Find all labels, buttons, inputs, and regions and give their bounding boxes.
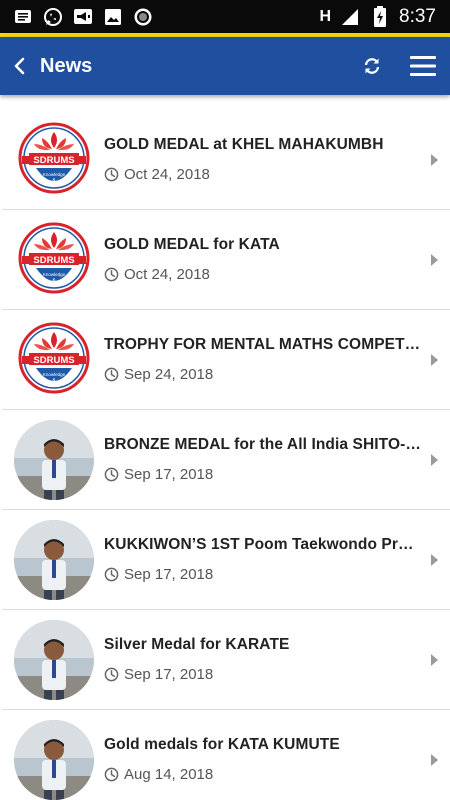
chevron-right-icon (431, 753, 438, 766)
network-type: H (319, 7, 332, 25)
news-date: Aug 14, 2018 (124, 766, 214, 783)
app-bar-actions (348, 37, 450, 95)
news-date-line: Oct 24, 2018 (104, 166, 422, 183)
news-date-line: Aug 14, 2018 (104, 766, 422, 783)
news-thumbnail: SDRUMS Knowledge & Wisdom (14, 120, 94, 200)
news-text: TROPHY FOR MENTAL MATHS COMPETITION Sep … (104, 336, 422, 383)
news-text: Gold medals for KATA KUMUTE Aug 14, 2018 (104, 736, 422, 783)
news-title: GOLD MEDAL at KHEL MAHAKUMBH (104, 136, 384, 153)
school-logo: SDRUMS Knowledge & Wisdom (18, 122, 90, 193)
logo-text: Wisdom (46, 182, 63, 187)
news-thumbnail (14, 519, 94, 600)
news-title: BRONZE MEDAL for the All India SHITO-RYU… (104, 436, 422, 453)
news-thumbnail: SDRUMS Knowledge & Wisdom (14, 220, 94, 300)
refresh-icon (364, 58, 380, 74)
logo-text: SDRUMS (33, 355, 74, 366)
menu-icon (410, 56, 436, 76)
clock-icon (104, 467, 119, 482)
news-date-line: Oct 24, 2018 (104, 266, 422, 283)
system-indicators: H 8:37 (319, 5, 450, 28)
news-text: Silver Medal for KARATE Sep 17, 2018 (104, 636, 422, 683)
record-icon (132, 6, 154, 28)
chevron-right-icon (431, 553, 438, 566)
clock-icon (104, 367, 119, 382)
clock-icon (104, 167, 119, 182)
school-logo: SDRUMS Knowledge & Wisdom (18, 322, 90, 393)
news-date: Sep 17, 2018 (124, 466, 214, 483)
news-date: Sep 17, 2018 (124, 666, 214, 683)
news-date-line: Sep 17, 2018 (104, 466, 422, 483)
logo-text: Wisdom (46, 382, 63, 387)
news-text: BRONZE MEDAL for the All India SHITO-RYU… (104, 436, 422, 483)
news-item[interactable]: BRONZE MEDAL for the All India SHITO-RYU… (2, 410, 450, 510)
news-item[interactable]: Gold medals for KATA KUMUTE Aug 14, 2018 (2, 710, 450, 800)
student-photo (14, 719, 94, 800)
news-date: Sep 17, 2018 (124, 566, 214, 583)
news-text: GOLD MEDAL at KHEL MAHAKUMBH Oct 24, 201… (104, 136, 422, 183)
news-item[interactable]: Silver Medal for KARATE Sep 17, 2018 (2, 610, 450, 710)
news-date: Oct 24, 2018 (124, 266, 210, 283)
battery-charging-icon (369, 5, 391, 28)
clock-icon (104, 667, 119, 682)
news-thumbnail: SDRUMS Knowledge & Wisdom (14, 320, 94, 400)
news-text: KUKKIWON’S 1ST Poom Taekwondo Promotion … (104, 536, 422, 583)
news-date-line: Sep 17, 2018 (104, 566, 422, 583)
chevron-right-icon (431, 453, 438, 466)
news-item[interactable]: SDRUMS Knowledge & Wisdom TROPHY FOR MEN… (2, 310, 450, 410)
clock-icon (104, 567, 119, 582)
news-date: Sep 24, 2018 (124, 366, 214, 383)
refresh-button[interactable] (348, 37, 396, 95)
clock-icon (104, 767, 119, 782)
chevron-right-icon (431, 353, 438, 366)
news-title: GOLD MEDAL for KATA (104, 236, 280, 253)
menu-button[interactable] (396, 37, 450, 95)
clock-icon (104, 267, 119, 282)
back-icon (14, 57, 25, 75)
signal-icon (339, 6, 361, 28)
logo-text: SDRUMS (33, 255, 74, 266)
news-item[interactable]: SDRUMS Knowledge & Wisdom GOLD MEDAL for… (2, 210, 450, 310)
news-title: TROPHY FOR MENTAL MATHS COMPETITION (104, 336, 422, 353)
student-photo (14, 619, 94, 700)
news-date-line: Sep 24, 2018 (104, 366, 422, 383)
news-date-line: Sep 17, 2018 (104, 666, 422, 683)
chevron-right-icon (431, 153, 438, 166)
student-photo (14, 419, 94, 500)
status-bar: H 8:37 (0, 0, 450, 33)
app-bar: News (0, 37, 450, 95)
logo-text: SDRUMS (33, 155, 74, 166)
student-photo (14, 519, 94, 600)
news-list: SDRUMS Knowledge & Wisdom GOLD MEDAL at … (0, 110, 450, 800)
news-thumbnail (14, 719, 94, 800)
news-item[interactable]: KUKKIWON’S 1ST Poom Taekwondo Promotion … (2, 510, 450, 610)
news-item[interactable]: SDRUMS Knowledge & Wisdom GOLD MEDAL at … (2, 110, 450, 210)
whatsapp-icon (42, 6, 64, 28)
news-date: Oct 24, 2018 (124, 166, 210, 183)
news-text: GOLD MEDAL for KATA Oct 24, 2018 (104, 236, 422, 283)
chevron-right-icon (431, 653, 438, 666)
school-logo: SDRUMS Knowledge & Wisdom (18, 222, 90, 293)
news-title: Gold medals for KATA KUMUTE (104, 736, 340, 753)
chevron-right-icon (431, 253, 438, 266)
back-button[interactable] (0, 37, 40, 95)
logo-text: Wisdom (46, 282, 63, 287)
megaphone-icon (72, 6, 94, 28)
news-thumbnail (14, 419, 94, 500)
page-title: News (40, 54, 93, 77)
news-title: KUKKIWON’S 1ST Poom Taekwondo Promotion (104, 536, 422, 553)
image-icon (102, 6, 124, 28)
clock-time: 8:37 (399, 5, 436, 27)
notification-icons (0, 6, 154, 28)
news-thumbnail (14, 619, 94, 700)
message-icon (12, 6, 34, 28)
news-title: Silver Medal for KARATE (104, 636, 290, 653)
